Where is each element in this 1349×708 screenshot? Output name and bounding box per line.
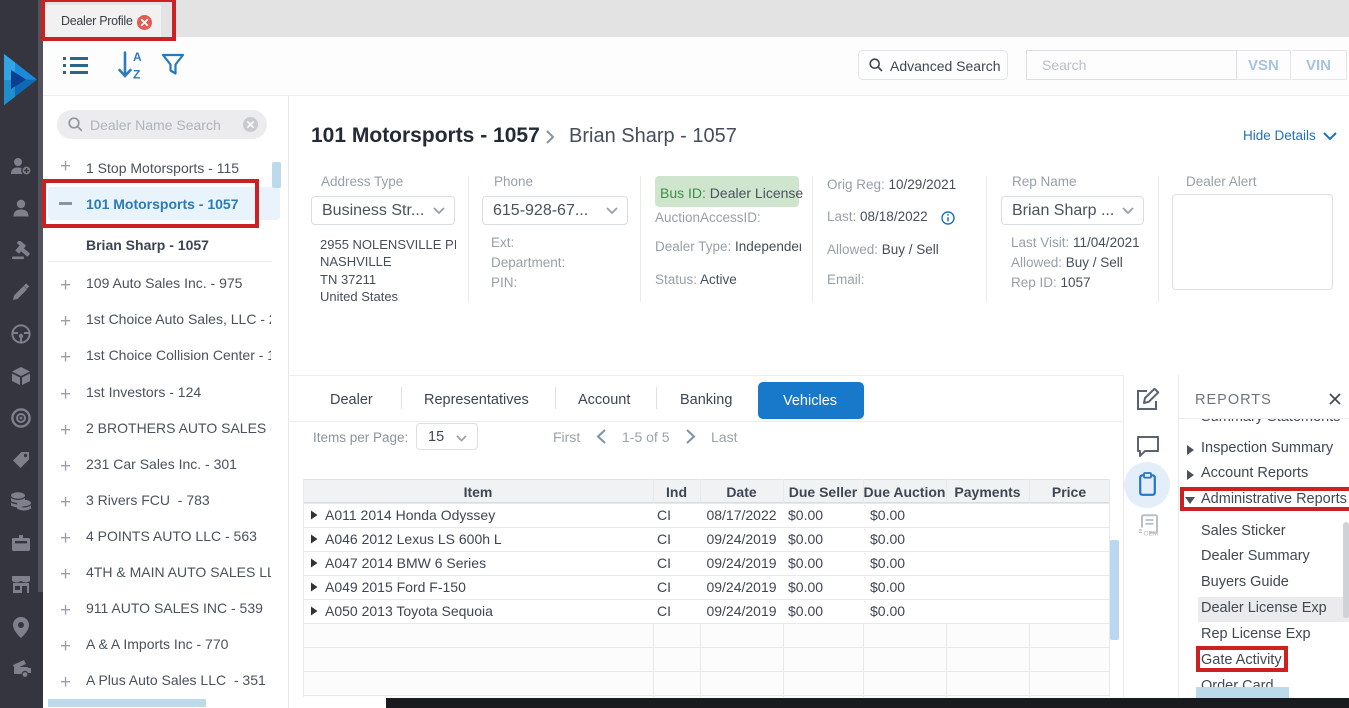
svg-text:OEM: OEM	[1144, 531, 1159, 538]
